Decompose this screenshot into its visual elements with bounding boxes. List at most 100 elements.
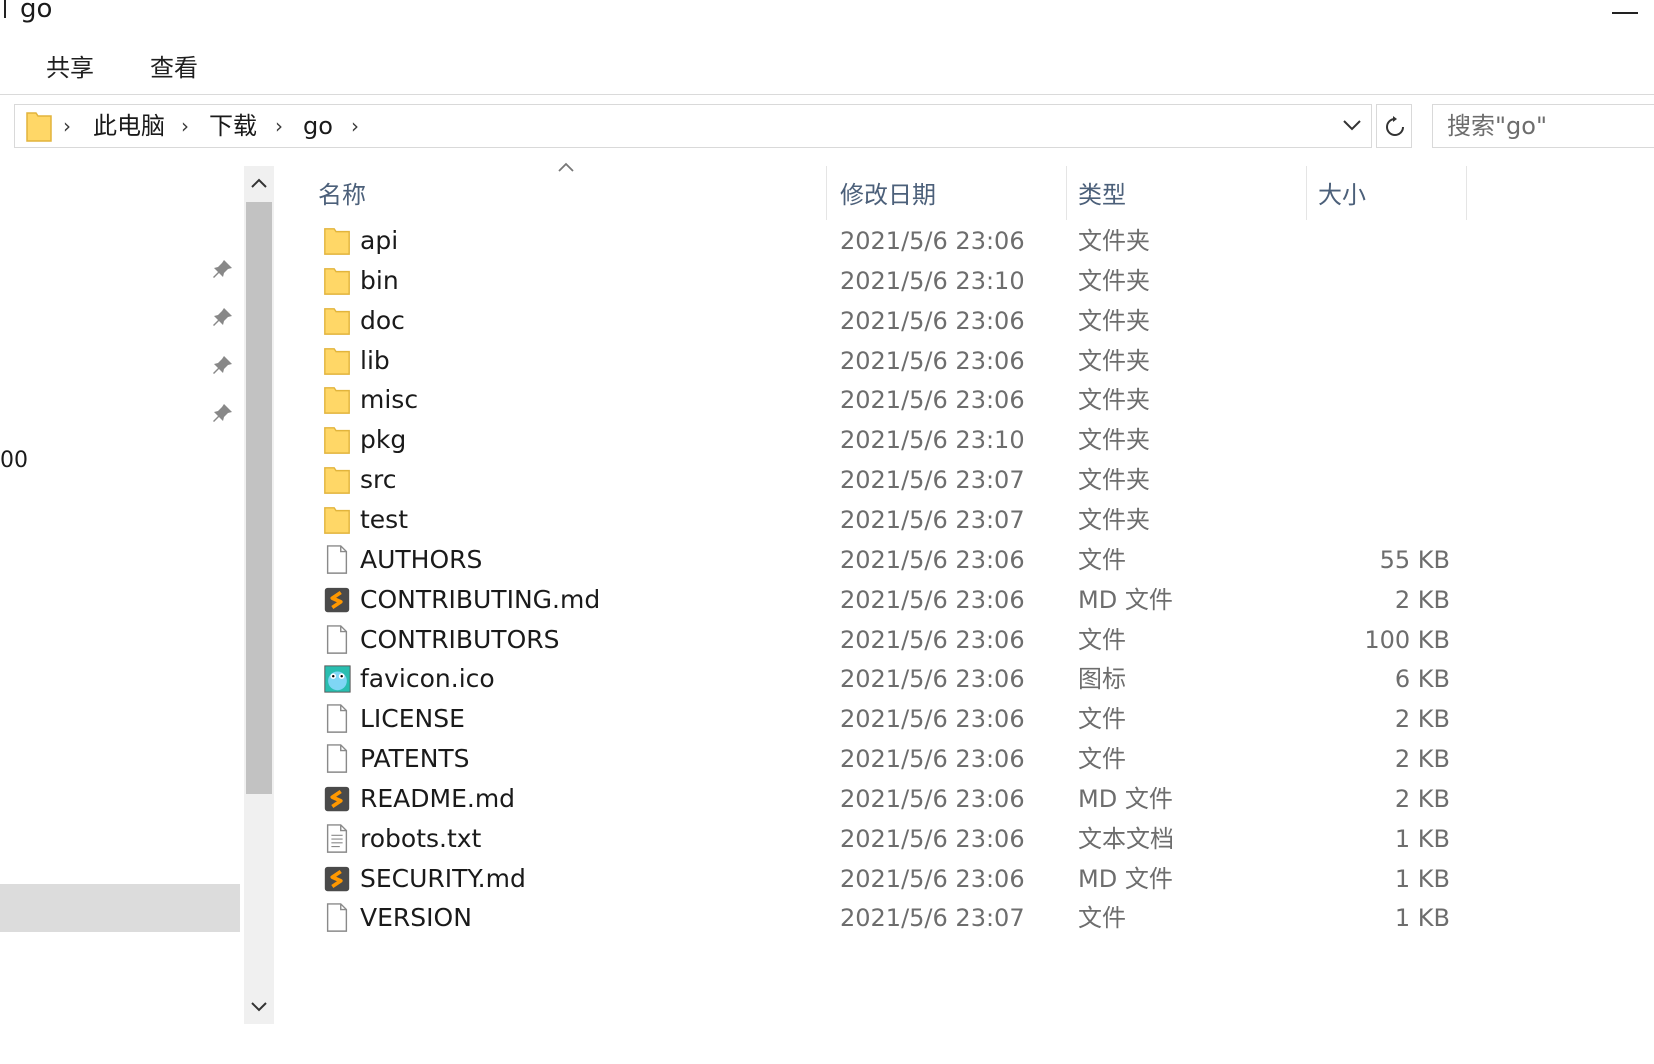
refresh-button[interactable] [1376, 104, 1412, 148]
pin-icon[interactable] [212, 258, 234, 280]
file-size: 2 KB [1394, 586, 1450, 614]
chevron-down-icon [1343, 120, 1361, 131]
file-date: 2021/5/6 23:06 [840, 785, 1025, 813]
file-date: 2021/5/6 23:07 [840, 904, 1025, 932]
file-row[interactable]: src 2021/5/6 23:07 文件夹 [300, 459, 1470, 501]
file-name: robots.txt [360, 824, 482, 853]
breadcrumb-separator[interactable]: › [351, 105, 359, 147]
file-row[interactable]: AUTHORS 2021/5/6 23:06 文件 55 KB [300, 539, 1470, 581]
pin-icon[interactable] [212, 402, 234, 424]
file-row[interactable]: VERSION 2021/5/6 23:07 文件 1 KB [300, 897, 1470, 939]
file-date: 2021/5/6 23:06 [840, 626, 1025, 654]
address-dropdown-button[interactable] [1334, 104, 1370, 148]
title-bar: go [0, 0, 1654, 30]
breadcrumb-separator[interactable]: › [275, 105, 283, 147]
breadcrumb-separator[interactable]: › [63, 105, 71, 147]
file-name: README.md [360, 784, 516, 813]
file-type: 文件 [1078, 705, 1126, 733]
file-row[interactable]: api 2021/5/6 23:06 文件夹 [300, 220, 1470, 262]
pin-icon[interactable] [212, 354, 234, 376]
column-divider[interactable] [1306, 166, 1307, 220]
column-divider[interactable] [1466, 166, 1467, 220]
pin-icon[interactable] [212, 306, 234, 328]
file-row[interactable]: PATENTS 2021/5/6 23:06 文件 2 KB [300, 738, 1470, 780]
column-header-type[interactable]: 类型 [1078, 172, 1126, 218]
file-name: CONTRIBUTORS [360, 625, 560, 654]
file-type: MD 文件 [1078, 586, 1173, 614]
scroll-down-button[interactable] [244, 990, 274, 1024]
file-row[interactable]: doc 2021/5/6 23:06 文件夹 [300, 300, 1470, 342]
file-row[interactable]: test 2021/5/6 23:07 文件夹 [300, 499, 1470, 541]
breadcrumb-separator[interactable]: › [181, 105, 189, 147]
file-icon [326, 744, 348, 773]
file-row[interactable]: LICENSE 2021/5/6 23:06 文件 2 KB [300, 698, 1470, 740]
file-type: 文件夹 [1078, 386, 1150, 414]
file-name: CONTRIBUTING.md [360, 585, 601, 614]
file-row[interactable]: favicon.ico 2021/5/6 23:06 图标 6 KB [300, 658, 1470, 700]
file-row[interactable]: CONTRIBUTING.md 2021/5/6 23:06 MD 文件 2 KB [300, 579, 1470, 621]
minimize-button[interactable] [1612, 6, 1638, 24]
file-row[interactable]: lib 2021/5/6 23:06 文件夹 [300, 340, 1470, 382]
file-size: 2 KB [1394, 745, 1450, 773]
address-bar[interactable]: › 此电脑 › 下载 › go › [14, 104, 1372, 148]
file-name: AUTHORS [360, 545, 483, 574]
file-row[interactable]: pkg 2021/5/6 23:10 文件夹 [300, 419, 1470, 461]
file-size: 1 KB [1394, 825, 1450, 853]
breadcrumb-go[interactable]: go [303, 105, 333, 147]
file-row[interactable]: CONTRIBUTORS 2021/5/6 23:06 文件 100 KB [300, 619, 1470, 661]
folder-icon [26, 112, 52, 142]
file-type: 文本文档 [1078, 825, 1174, 853]
file-row[interactable]: SECURITY.md 2021/5/6 23:06 MD 文件 1 KB [300, 858, 1470, 900]
file-row[interactable]: robots.txt 2021/5/6 23:06 文本文档 1 KB [300, 818, 1470, 860]
file-date: 2021/5/6 23:06 [840, 386, 1025, 414]
breadcrumb-downloads[interactable]: 下载 [209, 105, 257, 147]
file-type: 文件夹 [1078, 227, 1150, 255]
file-date: 2021/5/6 23:06 [840, 546, 1025, 574]
file-size: 55 KB [1379, 546, 1450, 574]
file-name: lib [360, 346, 390, 375]
column-divider[interactable] [826, 166, 827, 220]
ribbon-tab-share[interactable]: 共享 [46, 48, 94, 88]
file-size: 2 KB [1394, 705, 1450, 733]
file-name: doc [360, 306, 405, 335]
file-size: 2 KB [1394, 785, 1450, 813]
search-box[interactable] [1432, 104, 1654, 148]
file-icon [326, 704, 348, 733]
markdown-file-icon [324, 587, 350, 613]
ribbon-tab-view[interactable]: 查看 [150, 48, 198, 88]
search-input[interactable] [1447, 105, 1654, 147]
file-name: src [360, 465, 397, 494]
column-header-date[interactable]: 修改日期 [840, 172, 936, 218]
file-type: 文件夹 [1078, 347, 1150, 375]
file-date: 2021/5/6 23:06 [840, 347, 1025, 375]
file-icon [326, 903, 348, 932]
file-size: 100 KB [1364, 626, 1450, 654]
sort-ascending-icon [558, 162, 574, 172]
file-type: 文件夹 [1078, 506, 1150, 534]
file-type: 文件夹 [1078, 466, 1150, 494]
window-edge [4, 0, 6, 18]
file-row[interactable]: README.md 2021/5/6 23:06 MD 文件 2 KB [300, 778, 1470, 820]
markdown-file-icon [324, 786, 350, 812]
folder-icon [324, 507, 350, 534]
file-type: MD 文件 [1078, 865, 1173, 893]
column-header-name[interactable]: 名称 [318, 172, 366, 218]
folder-icon [324, 268, 350, 295]
window-title: go [20, 0, 53, 24]
scroll-up-button[interactable] [244, 166, 274, 200]
file-name: pkg [360, 425, 407, 454]
column-header-size[interactable]: 大小 [1318, 172, 1366, 218]
column-divider[interactable] [1066, 166, 1067, 220]
file-type: 文件夹 [1078, 267, 1150, 295]
breadcrumb-this-pc[interactable]: 此电脑 [93, 105, 165, 147]
chevron-down-icon [251, 1002, 267, 1012]
scroll-thumb[interactable] [246, 202, 272, 794]
nav-item-label[interactable]: 00 [0, 448, 28, 473]
file-size: 6 KB [1394, 665, 1450, 693]
nav-item-selected[interactable] [0, 884, 240, 932]
file-date: 2021/5/6 23:10 [840, 426, 1025, 454]
file-row[interactable]: misc 2021/5/6 23:06 文件夹 [300, 379, 1470, 421]
file-name: test [360, 505, 409, 534]
file-row[interactable]: bin 2021/5/6 23:10 文件夹 [300, 260, 1470, 302]
file-name: SECURITY.md [360, 864, 526, 893]
